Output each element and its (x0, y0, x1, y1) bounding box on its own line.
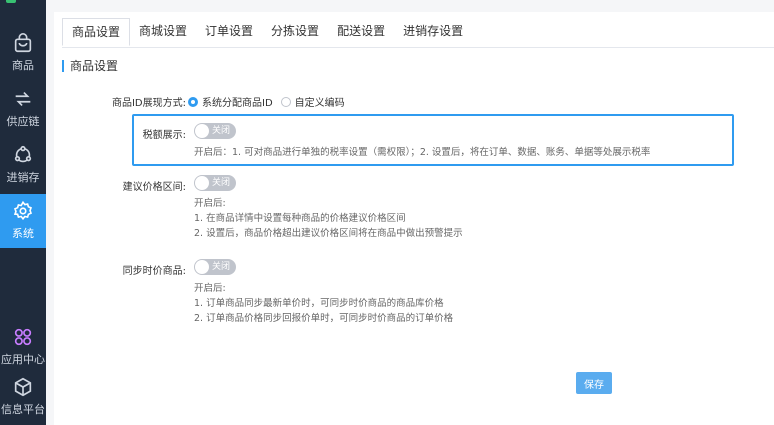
radio-system-id[interactable] (188, 96, 198, 107)
sidebar-item-supply-chain[interactable]: 供应链 (0, 82, 46, 136)
tax-display-hint: 开启后：1. 可对商品进行单独的税率设置（需权限）；2. 设置后，将在订单、数据… (194, 147, 651, 158)
price-range-hint-1: 1. 在商品详情中设置每种商品的价格建议价格区间 (194, 213, 406, 224)
tab-product-settings[interactable]: 商品设置 (62, 18, 131, 46)
tax-display-highlight (132, 114, 734, 166)
tax-display-toggle[interactable]: 关闭 (194, 123, 236, 139)
tab-sorting-settings[interactable]: 分拣设置 (262, 18, 328, 46)
sync-price-hint-2: 2. 订单商品价格同步回报价单时，可同步时价商品的订单价格 (194, 313, 454, 324)
logo (0, 0, 46, 5)
toggle-knob (195, 260, 209, 274)
sidebar-item-label: 系统 (12, 227, 34, 240)
cube-icon (14, 377, 32, 397)
tab-bar: 商品设置 商城设置 订单设置 分拣设置 配送设置 进销存设置 (62, 18, 774, 48)
sidebar-item-label: 进销存 (6, 171, 40, 184)
sync-price-toggle[interactable]: 关闭 (194, 259, 236, 275)
apps-icon (14, 328, 32, 346)
sidebar-item-label: 供应链 (6, 115, 40, 128)
toggle-knob (195, 124, 209, 138)
main-area: 商品设置 商城设置 订单设置 分拣设置 配送设置 进销存设置 商品设置 商品ID… (46, 0, 774, 425)
sidebar-item-goods[interactable]: 商品 (0, 26, 46, 80)
product-id-radio-group: 系统分配商品ID 自定义编码 (188, 94, 353, 109)
toggle-text: 关闭 (212, 126, 231, 136)
sidebar-item-app-center[interactable]: 应用中心 (0, 320, 46, 374)
save-button[interactable]: 保存 (576, 372, 612, 394)
radio-custom-code-label[interactable]: 自定义编码 (295, 94, 345, 109)
sidebar-item-label: 商品 (12, 59, 34, 72)
tab-inventory-settings[interactable]: 进销存设置 (394, 18, 472, 46)
tab-mall-settings[interactable]: 商城设置 (130, 18, 196, 46)
sidebar-item-info-platform[interactable]: 信息平台 (0, 370, 46, 424)
cycle-nodes-icon (14, 145, 32, 163)
sidebar-item-label: 信息平台 (1, 403, 45, 416)
sync-price-hint-1: 1. 订单商品同步最新单价时，可同步时价商品的商品库价格 (194, 298, 444, 309)
bag-icon (14, 33, 32, 53)
exchange-arrows-icon (15, 91, 31, 107)
sidebar: 商品 供应链 进销存 系统 应用中心 信息平台 (0, 0, 46, 425)
sidebar-item-inventory[interactable]: 进销存 (0, 138, 46, 192)
sidebar-item-system[interactable]: 系统 (0, 194, 46, 248)
tab-order-settings[interactable]: 订单设置 (196, 18, 262, 46)
toggle-text: 关闭 (212, 262, 231, 272)
toggle-text: 关闭 (212, 178, 231, 188)
sidebar-item-label: 应用中心 (1, 353, 45, 366)
radio-custom-code[interactable] (280, 96, 291, 107)
section-title: 商品设置 (62, 60, 118, 72)
toggle-knob (195, 176, 209, 190)
tab-delivery-settings[interactable]: 配送设置 (328, 18, 394, 46)
price-range-label: 建议价格区间: (122, 182, 186, 193)
gear-icon (13, 200, 33, 221)
price-range-hint-2: 2. 设置后，商品价格超出建议价格区间将在商品中做出预警提示 (194, 228, 463, 239)
sync-price-label: 同步时价商品: (122, 266, 186, 277)
price-range-hint-title: 开启后: (194, 198, 226, 209)
tax-display-label: 税额展示: (142, 130, 186, 141)
product-id-label: 商品ID展现方式: (111, 98, 186, 109)
sync-price-hint-title: 开启后: (194, 283, 226, 294)
price-range-toggle[interactable]: 关闭 (194, 175, 236, 191)
radio-system-id-label[interactable]: 系统分配商品ID (202, 94, 273, 109)
settings-panel: 商品设置 商城设置 订单设置 分拣设置 配送设置 进销存设置 商品设置 商品ID… (54, 12, 774, 425)
